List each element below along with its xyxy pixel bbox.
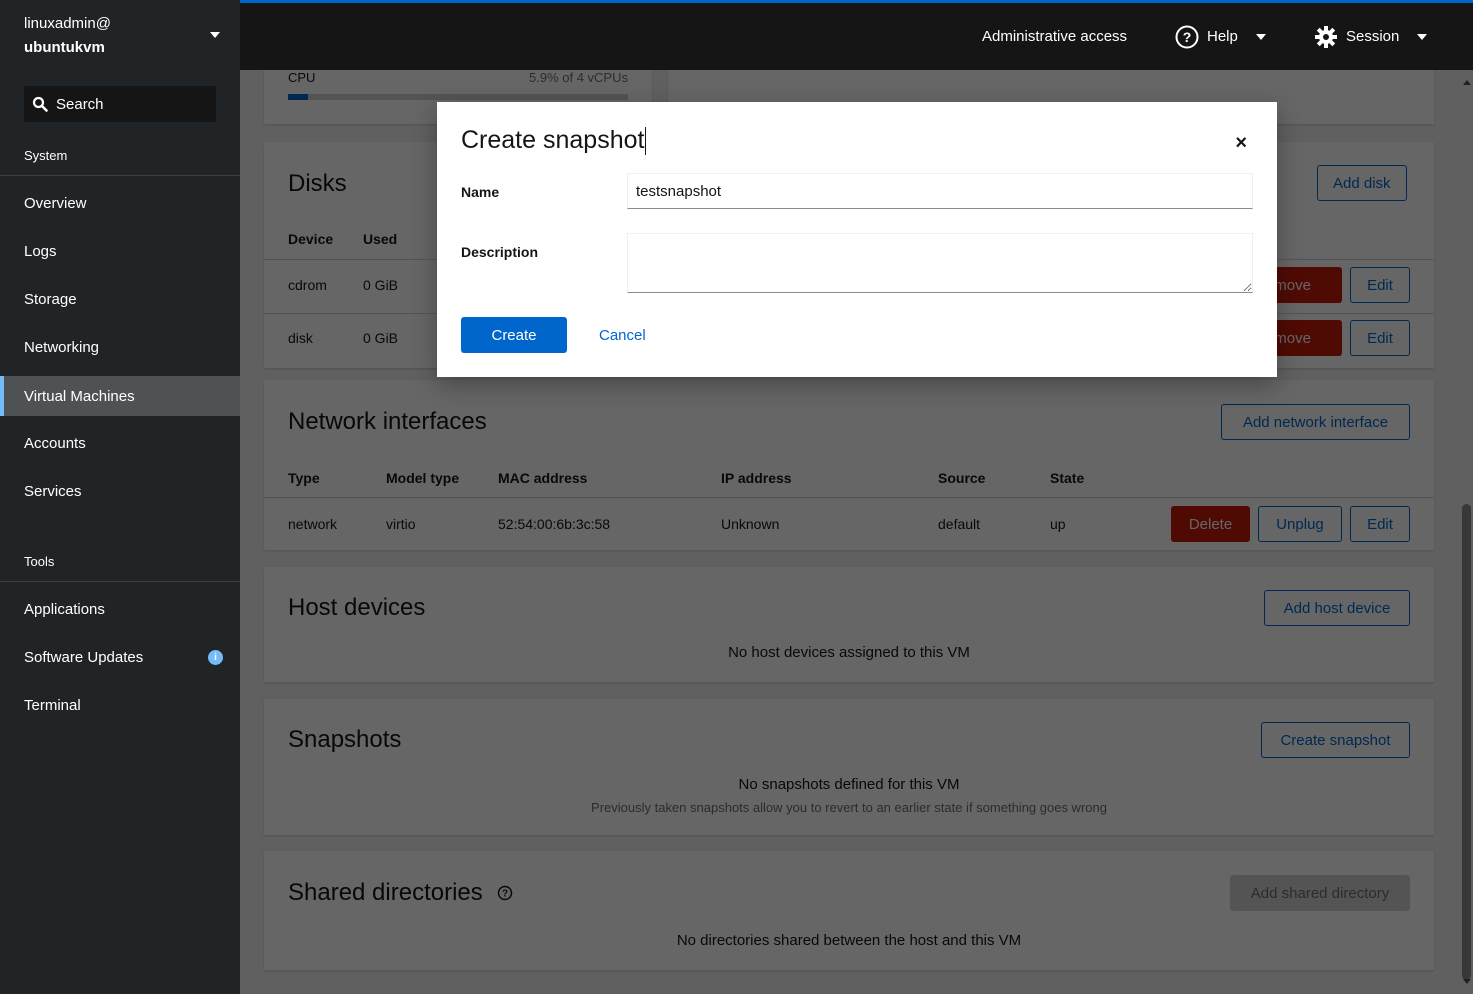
section-system: System — [24, 148, 68, 163]
sidebar-item-terminal[interactable]: Terminal — [0, 685, 240, 725]
gear-icon — [1315, 25, 1337, 48]
snapshot-name-input[interactable] — [627, 173, 1253, 209]
chevron-down-icon — [1417, 33, 1428, 40]
chevron-down-icon[interactable] — [210, 32, 220, 38]
search-icon — [32, 96, 48, 112]
search-input[interactable]: Search — [24, 86, 216, 122]
divider — [0, 581, 240, 582]
sidebar-item-overview[interactable]: Overview — [0, 183, 240, 223]
divider — [0, 175, 240, 176]
sidebar-item-virtual-machines[interactable]: Virtual Machines — [0, 376, 240, 416]
svg-text:?: ? — [1183, 29, 1192, 45]
dialog-title-text: Create snapshot — [461, 126, 645, 154]
top-bar: Administrative access ? Help Session — [240, 0, 1473, 70]
create-snapshot-dialog: Create snapshot × Name Description Creat… — [437, 102, 1277, 377]
session-menu-button[interactable]: Session — [1314, 3, 1428, 70]
sidebar-item-services[interactable]: Services — [0, 471, 240, 511]
snapshot-description-input[interactable] — [627, 233, 1253, 293]
host-switcher[interactable]: linuxadmin@ ubuntukvm — [24, 12, 111, 60]
sidebar-item-accounts[interactable]: Accounts — [0, 423, 240, 463]
administrative-access-label: Administrative access — [982, 28, 1128, 45]
help-icon: ? — [1175, 25, 1199, 48]
sidebar-item-label: Software Updates — [24, 648, 144, 666]
dialog-title: Create snapshot — [461, 126, 647, 156]
search-label: Search — [56, 95, 104, 113]
host-name: ubuntukvm — [24, 39, 105, 56]
host-user: linuxadmin@ — [24, 15, 111, 32]
sidebar-item-networking[interactable]: Networking — [0, 327, 240, 367]
close-icon[interactable]: × — [1235, 132, 1247, 155]
section-tools: Tools — [24, 554, 55, 569]
description-label: Description — [461, 244, 539, 260]
create-button[interactable]: Create — [461, 317, 567, 353]
sidebar: linuxadmin@ ubuntukvm Search System Over… — [0, 0, 240, 994]
help-menu-button[interactable]: ? Help — [1175, 3, 1266, 70]
administrative-access-button[interactable]: Administrative access — [982, 3, 1127, 70]
sidebar-item-applications[interactable]: Applications — [0, 589, 240, 629]
session-label: Session — [1346, 28, 1400, 45]
sidebar-item-storage[interactable]: Storage — [0, 279, 240, 319]
sidebar-item-logs[interactable]: Logs — [0, 231, 240, 271]
info-icon: i — [208, 650, 223, 665]
help-label: Help — [1207, 28, 1238, 45]
name-label: Name — [461, 184, 500, 200]
sidebar-item-software-updates[interactable]: Software Updates i — [0, 637, 240, 677]
cancel-button[interactable]: Cancel — [587, 317, 658, 353]
text-cursor — [645, 127, 647, 156]
chevron-down-icon — [1255, 33, 1266, 40]
